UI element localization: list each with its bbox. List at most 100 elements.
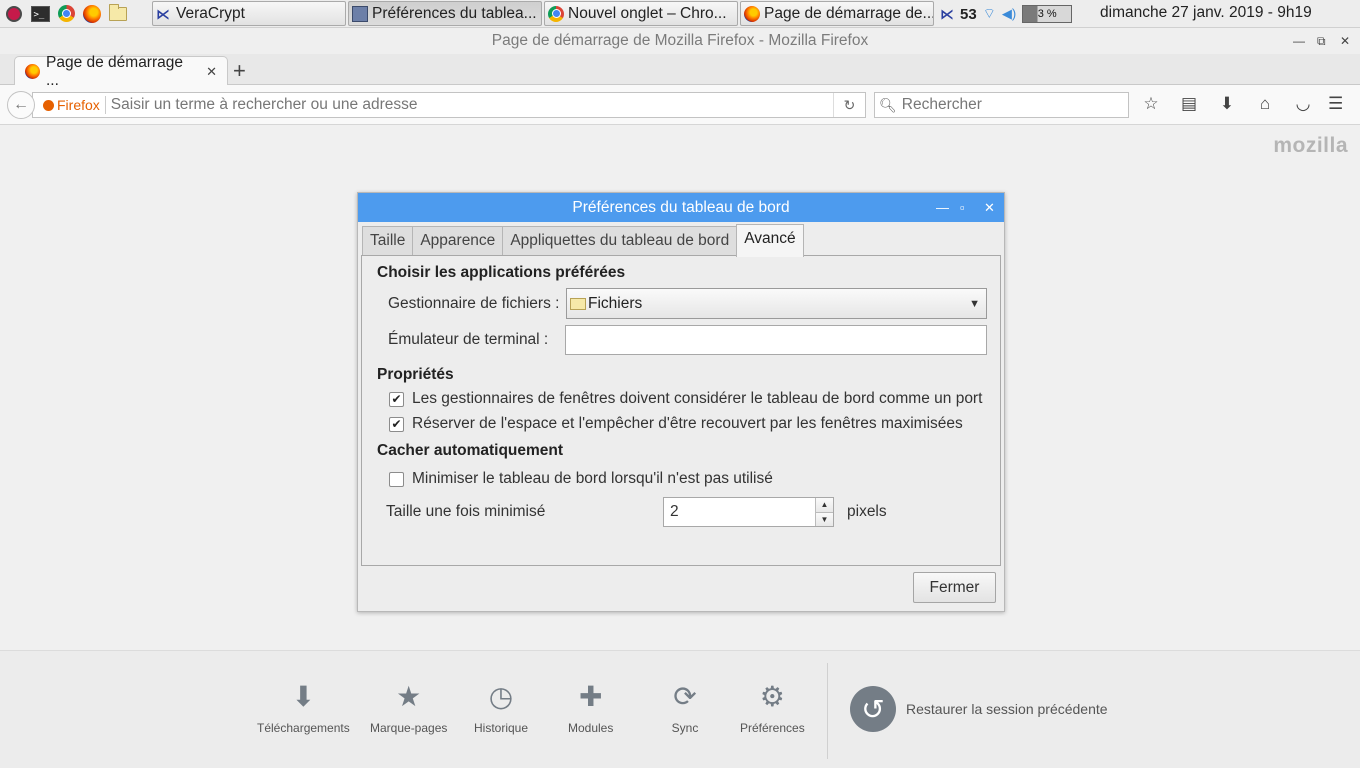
tab-advanced[interactable]: Avancé (736, 224, 804, 257)
sync-icon: ⟳ (673, 680, 697, 712)
download-icon[interactable]: ⬇ (1216, 93, 1238, 115)
download-icon: ⬇ (291, 680, 316, 712)
puzzle-icon: ✚ (578, 680, 603, 712)
task-veracrypt[interactable]: ⋉ VeraCrypt (152, 1, 346, 26)
chromium-icon[interactable] (56, 4, 76, 24)
launcher-addons[interactable]: ✚ Modules (568, 679, 613, 736)
firefox-icon[interactable] (82, 4, 102, 24)
preferences-window-icon (352, 5, 368, 22)
mozilla-brand: mozilla (1273, 134, 1348, 157)
file-manager-icon[interactable] (108, 3, 128, 24)
firefox-icon (744, 5, 760, 22)
url-separator (104, 96, 106, 114)
url-bar[interactable]: Firefox ↻ (32, 92, 866, 118)
tray-counter: 53 (960, 5, 977, 23)
section-preferred-apps: Choisir les applications préférées (377, 264, 626, 281)
terminal-input[interactable] (565, 325, 987, 355)
raspberry-menu-icon[interactable] (4, 4, 24, 24)
dialog-tabs: Taille Apparence Appliquettes du tableau… (362, 224, 804, 257)
launcher-history[interactable]: ◷ Historique (474, 679, 528, 736)
task-chromium[interactable]: Nouvel onglet – Chro... (544, 1, 738, 26)
system-tray: ⋉ 53 ⌔ ◀) 3 % (940, 0, 1073, 28)
terminal-icon[interactable]: >_ (30, 4, 50, 24)
launcher-preferences[interactable]: ⚙ Préférences (740, 679, 805, 736)
volume-icon[interactable]: ◀) (1002, 6, 1016, 22)
reserve-space-checkbox[interactable]: ✔ (389, 416, 404, 432)
tab-applets[interactable]: Appliquettes du tableau de bord (502, 226, 738, 257)
minimize-checkbox[interactable] (389, 471, 404, 487)
folder-icon (570, 297, 586, 310)
chromium-icon (548, 5, 564, 22)
url-input[interactable] (110, 96, 821, 114)
bookmark-star-icon[interactable]: ☆ (1140, 93, 1162, 115)
close-icon[interactable]: ✕ (1340, 28, 1350, 54)
close-tab-icon[interactable]: ✕ (206, 64, 217, 80)
firefox-navbar: Firefox ↻ ← 🔍︎ ☆ ▤ ⬇ ⌂ ◡ ☰ (0, 85, 1360, 125)
restore-session-button[interactable]: ↺ Restaurer la session précédente (850, 686, 1108, 732)
firefox-window-title: Page de démarrage de Mozilla Firefox - M… (0, 28, 1360, 54)
bookmarks-list-icon[interactable]: ▤ (1178, 93, 1200, 115)
back-button[interactable]: ← (7, 91, 35, 119)
spin-down-icon[interactable]: ▼ (816, 512, 833, 526)
launcher-bookmarks[interactable]: ★ Marque-pages (370, 679, 447, 736)
veracrypt-tray-icon[interactable]: ⋉ (940, 6, 954, 23)
firefox-favicon-icon (25, 64, 40, 79)
toolbar-icons: ☆ ▤ ⬇ ⌂ ◡ (1140, 93, 1314, 115)
search-bar[interactable]: 🔍︎ (874, 92, 1129, 118)
star-icon: ★ (396, 680, 422, 712)
search-input[interactable] (901, 96, 1122, 114)
hamburger-menu-icon[interactable]: ☰ (1328, 94, 1348, 114)
wifi-icon[interactable]: ⌔ (983, 5, 996, 23)
spin-up-icon[interactable]: ▲ (816, 498, 833, 513)
home-icon[interactable]: ⌂ (1254, 93, 1276, 115)
dock-checkbox[interactable]: ✔ (389, 391, 404, 407)
min-size-label: Taille une fois minimisé (386, 503, 546, 520)
dock-checkbox-row[interactable]: ✔ Les gestionnaires de fenêtres doivent … (389, 390, 982, 408)
section-properties: Propriétés (377, 366, 454, 383)
minimize-checkbox-row[interactable]: Minimiser le tableau de bord lorsqu'il n… (389, 470, 773, 488)
firefox-tabbar: Page de démarrage ... ✕ + (0, 54, 1360, 89)
section-autohide: Cacher automatiquement (377, 442, 564, 459)
launcher-bar: ⬇ Téléchargements ★ Marque-pages ◷ Histo… (0, 650, 1360, 768)
task-panel-preferences[interactable]: Préférences du tablea... (348, 1, 542, 26)
veracrypt-icon: ⋉ (156, 5, 170, 22)
new-tab-icon[interactable]: + (233, 58, 246, 84)
dialog-close-icon[interactable]: ✕ (984, 193, 995, 222)
launcher-separator (827, 663, 828, 759)
chevron-down-icon: ▼ (969, 297, 980, 310)
spin-buttons: ▲ ▼ (815, 498, 833, 526)
tab-start-page[interactable]: Page de démarrage ... ✕ (14, 54, 228, 89)
gear-icon: ⚙ (759, 680, 785, 712)
back-arrow-icon: ← (13, 96, 29, 113)
launcher-sync[interactable]: ⟳ Sync (668, 679, 702, 736)
clock-icon: ◷ (488, 680, 514, 712)
restore-icon[interactable]: ⧉ (1317, 28, 1326, 54)
minimize-icon[interactable]: — (1293, 28, 1305, 54)
tab-size[interactable]: Taille (362, 226, 414, 257)
system-taskbar: >_ ⋉ VeraCrypt Préférences du tablea... … (0, 0, 1360, 28)
close-button[interactable]: Fermer (913, 572, 996, 603)
dialog-minimize-icon[interactable]: — (936, 193, 949, 222)
reserve-space-checkbox-row[interactable]: ✔ Réserver de l'espace et l'empêcher d'ê… (389, 415, 963, 433)
file-manager-combobox[interactable]: Fichiers ▼ (566, 288, 987, 319)
dialog-maximize-icon[interactable]: ▫ (960, 193, 965, 222)
restore-icon: ↺ (850, 686, 896, 732)
dialog-titlebar[interactable]: Préférences du tableau de bord — ▫ ✕ (358, 193, 1004, 222)
firefox-identity-icon (43, 99, 54, 111)
terminal-label: Émulateur de terminal : (388, 331, 549, 348)
file-manager-label: Gestionnaire de fichiers : (388, 295, 560, 312)
clock[interactable]: dimanche 27 janv. 2019 - 9h19 (1100, 4, 1312, 22)
panel-preferences-dialog: Préférences du tableau de bord — ▫ ✕ Tai… (357, 192, 1005, 612)
identity-box[interactable]: Firefox (33, 97, 100, 113)
task-firefox[interactable]: Page de démarrage de... (740, 1, 934, 26)
launcher-downloads[interactable]: ⬇ Téléchargements (257, 679, 350, 736)
advanced-pane: Choisir les applications préférées Gesti… (361, 255, 1001, 566)
min-size-unit: pixels (847, 503, 887, 520)
search-icon: 🔍︎ (879, 96, 897, 113)
cpu-monitor: 3 % (1022, 5, 1073, 23)
min-size-spinbox[interactable]: 2 ▲ ▼ (663, 497, 834, 527)
pocket-icon[interactable]: ◡ (1292, 93, 1314, 115)
tab-appearance[interactable]: Apparence (412, 226, 504, 257)
quick-launch: >_ (0, 3, 148, 24)
reload-icon[interactable]: ↻ (833, 93, 865, 117)
